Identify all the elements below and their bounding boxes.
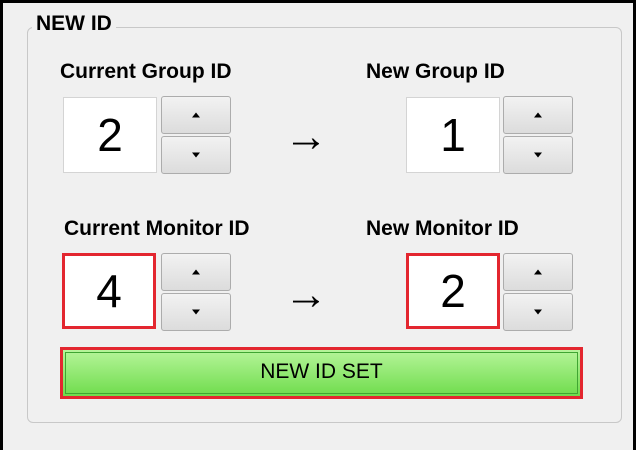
new-id-set-button[interactable]: NEW ID SET — [60, 347, 583, 399]
new-group-id-increment-button[interactable] — [503, 96, 573, 134]
new-monitor-id-decrement-button[interactable] — [503, 293, 573, 331]
groupbox-title: NEW ID — [32, 11, 116, 37]
current-group-id-field[interactable]: 2 — [63, 97, 157, 173]
current-monitor-id-spinner — [161, 253, 231, 331]
arrow-up-icon — [192, 269, 200, 275]
group-arrow-icon: → — [284, 112, 328, 161]
current-monitor-id-increment-button[interactable] — [161, 253, 231, 291]
new-group-id-field[interactable]: 1 — [406, 97, 500, 173]
new-monitor-id-spinner — [503, 253, 573, 331]
monitor-arrow-icon: → — [284, 270, 328, 319]
arrow-down-icon — [192, 152, 200, 158]
new-group-id-label: New Group ID — [366, 60, 505, 83]
arrow-down-icon — [534, 309, 542, 315]
arrow-up-icon — [534, 269, 542, 275]
new-monitor-id-label: New Monitor ID — [366, 217, 519, 240]
arrow-up-icon — [534, 112, 542, 118]
current-monitor-id-label: Current Monitor ID — [64, 217, 250, 240]
current-group-id-label: Current Group ID — [60, 60, 232, 83]
current-group-id-spinner — [161, 96, 231, 174]
new-id-set-label: NEW ID SET — [260, 360, 383, 383]
new-monitor-id-increment-button[interactable] — [503, 253, 573, 291]
arrow-down-icon — [534, 152, 542, 158]
current-group-id-increment-button[interactable] — [161, 96, 231, 134]
arrow-up-icon — [192, 112, 200, 118]
current-group-id-decrement-button[interactable] — [161, 136, 231, 174]
arrow-down-icon — [192, 309, 200, 315]
new-group-id-decrement-button[interactable] — [503, 136, 573, 174]
current-monitor-id-decrement-button[interactable] — [161, 293, 231, 331]
new-group-id-spinner — [503, 96, 573, 174]
current-monitor-id-field[interactable]: 4 — [62, 253, 156, 329]
new-monitor-id-field[interactable]: 2 — [406, 253, 500, 329]
